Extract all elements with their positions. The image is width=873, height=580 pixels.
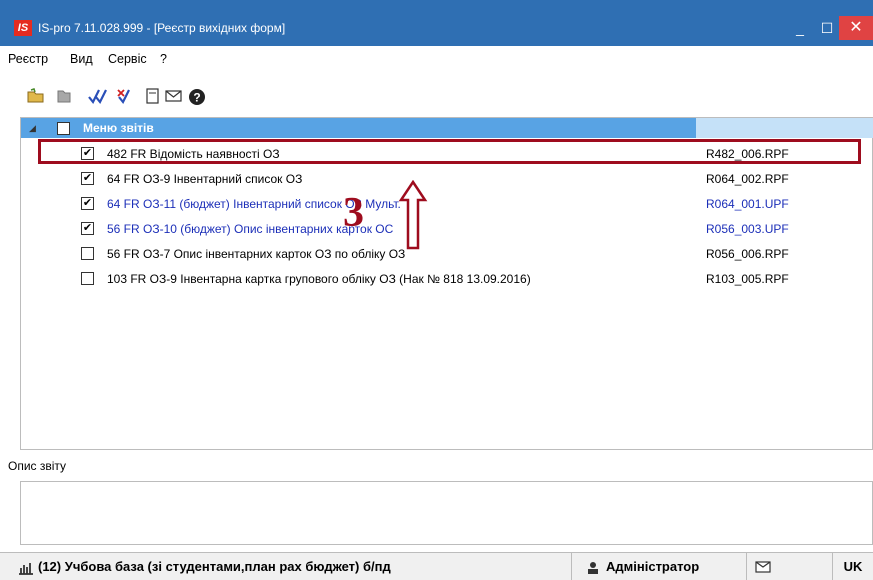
row-checkbox[interactable]: ✔ [81,222,94,235]
app-logo-icon: IS [14,20,32,36]
row-checkbox[interactable] [81,272,94,285]
toolbar: ? [0,72,873,116]
tree-root-row[interactable]: ◢ Меню звітів [21,118,873,138]
status-bar: (12) Учбова база (зі студентами,план рах… [0,552,873,580]
table-row[interactable]: ✔ 56 FR ОЗ-10 (бюджет) Опис інвентарних … [21,218,873,238]
folder-icon[interactable] [54,88,74,108]
table-row[interactable]: ✔ 64 FR ОЗ-11 (бюджет) Інвентарний списо… [21,193,873,213]
tree-header-file-column [696,118,873,138]
up-arrow-icon [398,180,428,250]
description-label: Опис звіту [8,459,67,473]
database-icon [19,563,33,575]
mail-icon[interactable] [164,88,184,108]
report-file: R064_001.UPF [706,197,789,211]
status-database-text: (12) Учбова база (зі студентами,план рах… [38,559,391,574]
tree-root-label: Меню звітів [83,121,154,135]
report-file: R064_002.RPF [706,172,789,186]
close-button[interactable]: ✕ [839,16,873,40]
row-checkbox[interactable] [81,247,94,260]
help-icon[interactable]: ? [187,88,207,108]
report-name: 64 FR ОЗ-9 Інвентарний список ОЗ [107,172,303,186]
menu-item-view[interactable]: Вид [70,52,93,66]
menu-bar: Реєстр Вид Сервіс ? [0,46,873,72]
uncheck-all-icon[interactable] [116,88,136,108]
status-language[interactable]: UK [833,553,873,580]
table-row[interactable]: 103 FR ОЗ-9 Інвентарна картка групового … [21,268,873,288]
report-file: R103_005.RPF [706,272,789,286]
highlight-annotation-box [38,139,861,164]
description-area[interactable] [20,481,873,545]
status-user-text: Адміністратор [606,559,700,574]
table-row[interactable]: ✔ 64 FR ОЗ-9 Інвентарний список ОЗ R064_… [21,168,873,188]
table-row[interactable]: 56 FR ОЗ-7 Опис інвентарних карток ОЗ по… [21,243,873,263]
mail-icon [755,561,771,573]
collapse-arrow-icon[interactable]: ◢ [29,123,36,134]
status-database[interactable]: (12) Учбова база (зі студентами,план рах… [0,553,572,580]
row-checkbox[interactable]: ✔ [81,197,94,210]
menu-item-help[interactable]: ? [160,52,167,66]
row-checkbox[interactable]: ✔ [81,172,94,185]
report-tree: ◢ Меню звітів ✔ 482 FR Відомість наявнос… [20,117,873,450]
window-title: IS-pro 7.11.028.999 - [Реєстр вихідних ф… [38,21,286,35]
report-name: 56 FR ОЗ-7 Опис інвентарних карток ОЗ по… [107,247,406,261]
annotation-step-number: 3 [343,190,364,236]
report-name: 103 FR ОЗ-9 Інвентарна картка групового … [107,272,531,286]
maximize-button[interactable]: ☐ [815,16,839,40]
check-all-icon[interactable] [88,88,108,108]
root-checkbox[interactable] [57,122,70,135]
report-file: R056_006.RPF [706,247,789,261]
title-bar[interactable]: IS IS-pro 7.11.028.999 - [Реєстр вихідни… [0,0,873,46]
svg-text:?: ? [193,91,200,105]
user-icon [588,562,598,574]
page-icon[interactable] [143,88,163,108]
menu-item-service[interactable]: Сервіс [108,52,147,66]
folder-open-icon[interactable] [26,88,46,108]
status-user[interactable]: Адміністратор [572,553,747,580]
report-file: R056_003.UPF [706,222,789,236]
menu-item-registry[interactable]: Реєстр [8,52,48,66]
minimize-button[interactable]: _ [785,16,815,40]
status-mail[interactable] [747,553,833,580]
